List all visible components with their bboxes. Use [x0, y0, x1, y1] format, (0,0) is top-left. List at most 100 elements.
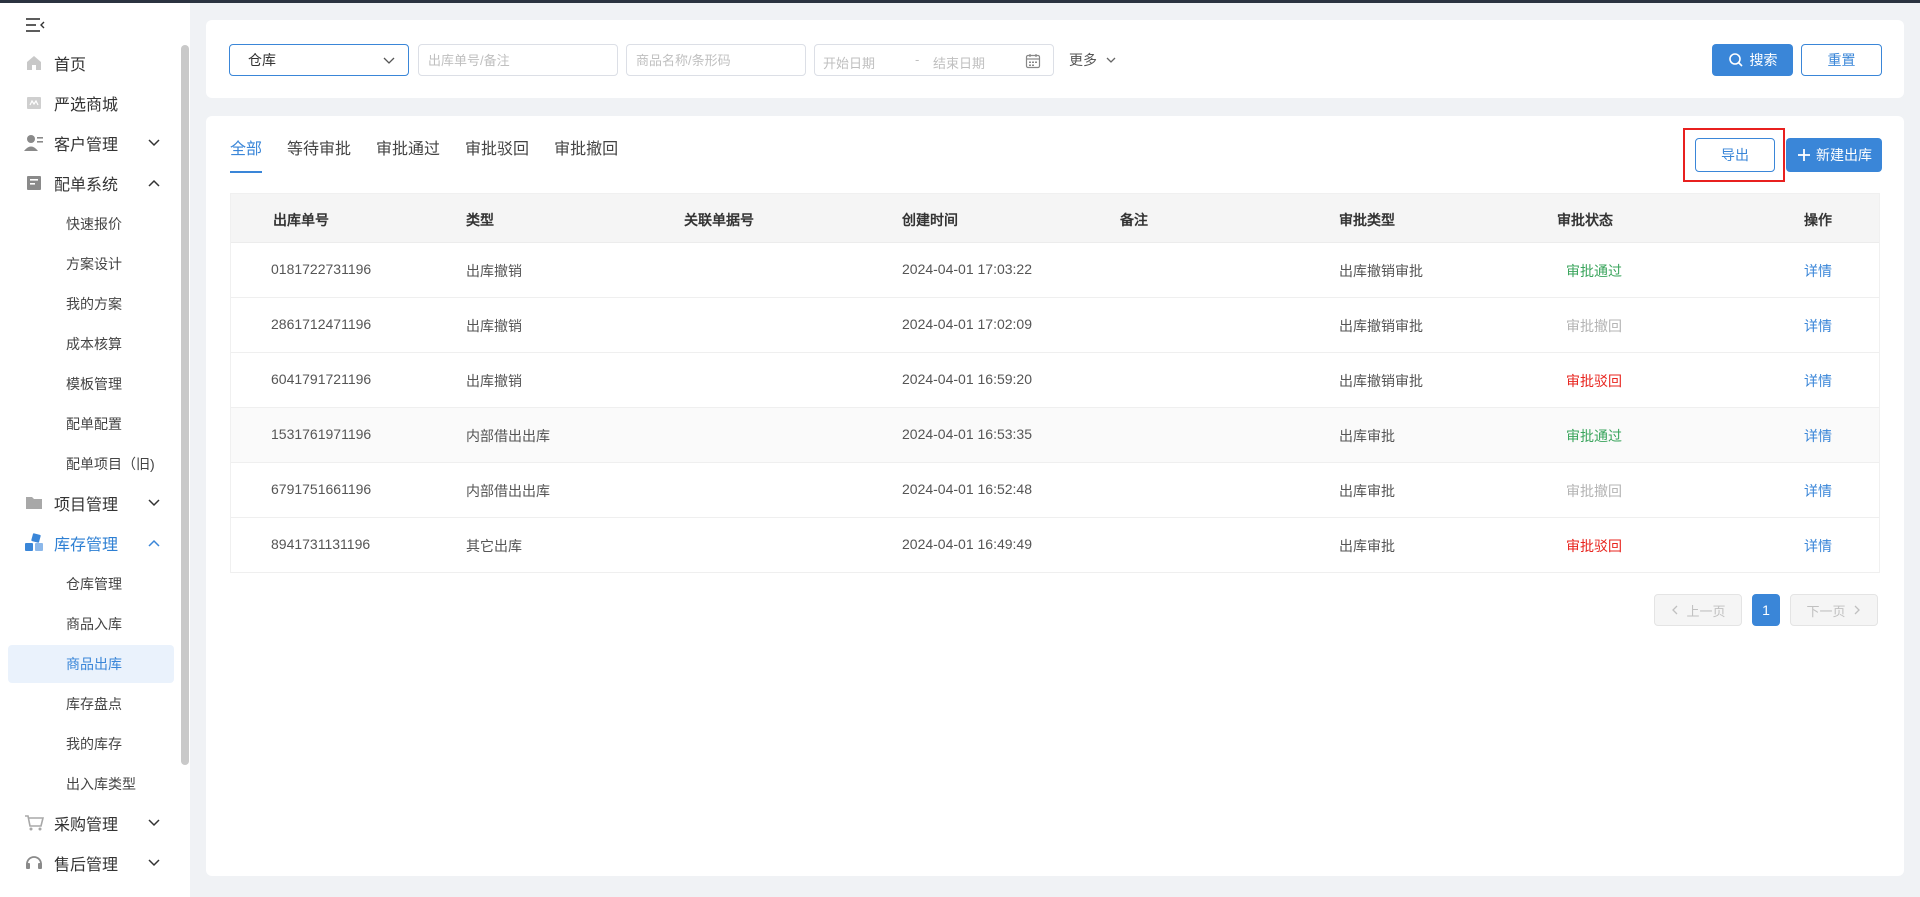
sidebar-subitem-stock-in[interactable]: 商品入库	[8, 605, 174, 643]
cell-approval-type: 出库审批	[1339, 538, 1395, 554]
sidebar-item-order-system[interactable]: 配单系统	[8, 165, 174, 201]
cell-approval-type: 出库审批	[1339, 428, 1395, 444]
sidebar-item-label: 库存管理	[54, 537, 119, 554]
sidebar-subitem-label: 方案设计	[66, 256, 122, 272]
detail-link[interactable]: 详情	[1804, 536, 1832, 556]
chevron-down-icon	[148, 139, 160, 147]
sidebar-subitem-quick-quote[interactable]: 快速报价	[8, 205, 174, 243]
sidebar-subitem-label: 成本核算	[66, 336, 122, 352]
sidebar-scrollbar[interactable]	[181, 45, 189, 765]
date-range-picker[interactable]: 开始日期 - 结束日期	[814, 44, 1054, 76]
detail-link[interactable]: 详情	[1804, 261, 1832, 281]
cell-approval-type: 出库撤销审批	[1339, 373, 1423, 389]
cell-order-no: 0181722731196	[271, 261, 372, 277]
sidebar-item-label: 售后管理	[54, 857, 119, 874]
new-stock-out-button[interactable]: 新建出库	[1786, 138, 1882, 172]
tab-withdrawn[interactable]: 审批撤回	[554, 138, 618, 174]
warehouse-select[interactable]: 仓库	[229, 44, 409, 76]
cell-type: 出库撤销	[466, 373, 522, 389]
sidebar-subitem-label: 模板管理	[66, 376, 122, 392]
plus-icon	[1798, 149, 1810, 161]
cell-approval-status: 审批通过	[1566, 263, 1622, 279]
stock-out-list-panel: 全部 等待审批 审批通过 审批驳回 审批撤回 导出 新建出库 出库单号 类型 关…	[206, 116, 1904, 876]
cell-approval-status: 审批撤回	[1566, 483, 1622, 499]
cell-order-no: 2861712471196	[271, 316, 372, 332]
detail-link[interactable]: 详情	[1804, 371, 1832, 391]
tab-rejected[interactable]: 审批驳回	[465, 138, 529, 174]
sidebar-item-label: 客户管理	[54, 137, 119, 154]
tab-pending[interactable]: 等待审批	[287, 138, 351, 174]
cell-approval-type: 出库撤销审批	[1339, 318, 1423, 334]
column-header-ref-no: 关联单据号	[684, 212, 754, 228]
folder-icon	[24, 493, 44, 513]
cell-type: 其它出库	[466, 538, 522, 554]
end-date-placeholder: 结束日期	[933, 56, 986, 71]
sidebar-subitem-inout-types[interactable]: 出入库类型	[8, 765, 174, 803]
customer-icon	[24, 133, 44, 153]
prev-page-button[interactable]: 上一页	[1654, 594, 1742, 626]
cell-type: 出库撤销	[466, 263, 522, 279]
cell-created-time: 2024-04-01 17:03:22	[902, 261, 1032, 277]
headset-icon	[24, 853, 44, 873]
table-row: 2861712471196 出库撤销 2024-04-01 17:02:09 出库撤销…	[231, 298, 1879, 353]
sidebar-subitem-template-management[interactable]: 模板管理	[8, 365, 174, 403]
cell-type: 内部借出出库	[466, 483, 550, 499]
next-page-button[interactable]: 下一页	[1790, 594, 1878, 626]
table-row: 1531761971196 内部借出出库 2024-04-01 16:53:35 出库…	[231, 408, 1879, 463]
detail-link[interactable]: 详情	[1804, 426, 1832, 446]
cell-created-time: 2024-04-01 16:59:20	[902, 371, 1032, 387]
sidebar-subitem-stock-out[interactable]: 商品出库	[8, 645, 174, 683]
filter-bar: 仓库 开始日期 - 结束日期 更多 搜索 重置	[206, 20, 1904, 98]
sidebar-subitem-stocktake[interactable]: 库存盘点	[8, 685, 174, 723]
sidebar-subitem-my-stock[interactable]: 我的库存	[8, 725, 174, 763]
detail-link[interactable]: 详情	[1804, 316, 1832, 336]
sidebar-subitem-order-config[interactable]: 配单配置	[8, 405, 174, 443]
column-header-created-time: 创建时间	[902, 212, 958, 228]
sidebar-subitem-my-solutions[interactable]: 我的方案	[8, 285, 174, 323]
export-button[interactable]: 导出	[1695, 138, 1775, 172]
search-button[interactable]: 搜索	[1712, 44, 1793, 76]
sidebar-subitem-solution-design[interactable]: 方案设计	[8, 245, 174, 283]
sidebar-item-label: 配单系统	[54, 177, 119, 194]
sidebar-item-aftersale[interactable]: 售后管理	[8, 845, 174, 881]
sidebar-subitem-label: 商品入库	[66, 616, 122, 632]
sidebar-subitem-label: 商品出库	[66, 656, 122, 672]
cell-approval-status: 审批驳回	[1566, 538, 1622, 554]
product-search-input[interactable]	[626, 44, 806, 76]
sidebar-item-customer[interactable]: 客户管理	[8, 125, 174, 161]
cell-created-time: 2024-04-01 16:49:49	[902, 536, 1032, 552]
table-row: 8941731131196 其它出库 2024-04-01 16:49:49 出库审批…	[231, 518, 1879, 573]
more-filters-label: 更多	[1069, 52, 1097, 68]
sidebar-item-inventory[interactable]: 库存管理	[8, 525, 174, 561]
chevron-down-icon	[148, 819, 160, 827]
table-row: 6791751661196 内部借出出库 2024-04-01 16:52:48 出库…	[231, 463, 1879, 518]
reset-button[interactable]: 重置	[1801, 44, 1882, 76]
sidebar-subitem-label: 配单配置	[66, 416, 122, 432]
new-stock-out-label: 新建出库	[1816, 147, 1872, 163]
cell-approval-status: 审批通过	[1566, 428, 1622, 444]
export-button-label: 导出	[1721, 147, 1749, 163]
table-body: 0181722731196 出库撤销 2024-04-01 17:03:22 出库撤销…	[231, 243, 1879, 573]
sidebar-subitem-label: 快速报价	[66, 216, 122, 232]
menu-collapse-icon[interactable]	[24, 16, 46, 34]
tab-all[interactable]: 全部	[230, 138, 263, 174]
sidebar-subitem-label: 仓库管理	[66, 576, 122, 592]
tab-approved[interactable]: 审批通过	[376, 138, 440, 174]
sidebar-item-project[interactable]: 项目管理	[8, 485, 174, 521]
chevron-left-icon	[1672, 605, 1678, 615]
sidebar-item-home[interactable]: 首页	[8, 45, 174, 81]
search-button-label: 搜索	[1749, 52, 1778, 68]
cart-icon	[24, 813, 44, 833]
sidebar-subitem-order-project-old[interactable]: 配单项目（旧)	[8, 445, 174, 483]
sidebar-item-purchase[interactable]: 采购管理	[8, 805, 174, 841]
order-number-input[interactable]	[418, 44, 618, 76]
sidebar-subitem-warehouse[interactable]: 仓库管理	[8, 565, 174, 603]
sidebar-item-label: 采购管理	[54, 817, 119, 834]
sidebar-subitem-label: 库存盘点	[66, 696, 122, 712]
more-filters-toggle[interactable]: 更多	[1069, 50, 1117, 70]
detail-link[interactable]: 详情	[1804, 481, 1832, 501]
column-header-type: 类型	[466, 212, 494, 228]
sidebar-subitem-cost-accounting[interactable]: 成本核算	[8, 325, 174, 363]
sidebar-item-mall[interactable]: 严选商城	[8, 85, 174, 121]
page-number-current[interactable]: 1	[1752, 594, 1780, 626]
